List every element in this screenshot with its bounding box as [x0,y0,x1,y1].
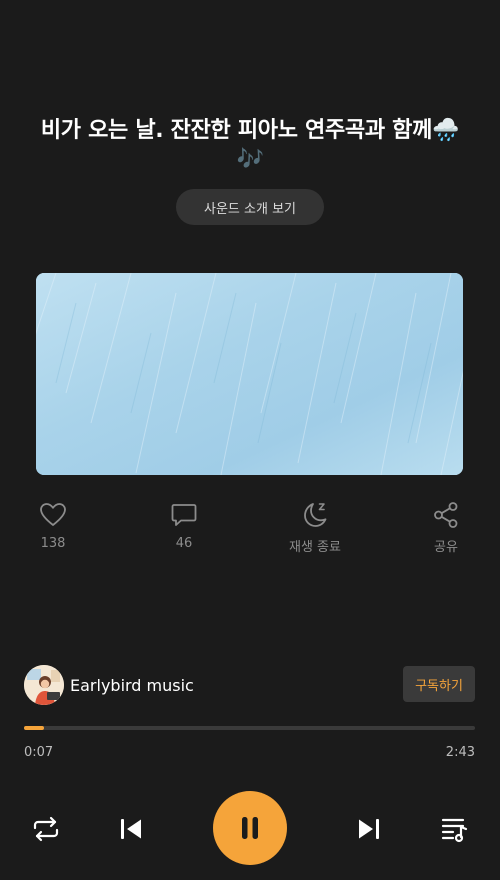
share-label: 공유 [434,540,458,555]
heart-icon [40,503,66,526]
playlist-icon [441,818,468,843]
comment-button[interactable]: 46 [139,500,229,551]
play-pause-button[interactable] [213,791,287,865]
share-button[interactable]: 공유 [401,500,491,555]
action-bar: 138 46 재생 종료 공유 [0,500,500,560]
skip-next-icon [359,819,379,839]
next-button[interactable] [351,811,387,847]
progress-bar[interactable] [24,726,475,730]
sleep-timer-label: 재생 종료 [289,540,341,555]
channel-name: Earlybird music [70,675,194,695]
current-time: 0:07 [24,745,54,760]
subscribe-button[interactable]: 구독하기 [403,666,475,702]
cover-image [36,273,463,475]
pause-icon [242,817,258,839]
like-button[interactable]: 138 [8,500,98,551]
repeat-icon [33,816,59,842]
rain-texture [36,273,463,475]
avatar-illustration [24,665,64,705]
like-count: 138 [40,536,66,551]
moon-icon [304,503,327,527]
comment-count: 46 [175,536,193,551]
channel-avatar [24,665,64,705]
previous-button[interactable] [113,811,149,847]
sleep-timer-button[interactable]: 재생 종료 [270,500,360,555]
sound-intro-button[interactable]: 사운드 소개 보기 [176,189,324,225]
total-time: 2:43 [445,745,475,760]
player-screen: 비가 오는 날. 잔잔한 피아노 연주곡과 함께🌧️🎶 사운드 소개 보기 13… [0,0,500,880]
sound-title: 비가 오는 날. 잔잔한 피아노 연주곡과 함께🌧️🎶 [40,118,460,172]
channel-info[interactable]: Earlybird music [24,665,194,705]
share-icon [434,502,458,528]
repeat-button[interactable] [28,811,64,847]
progress-fill [24,726,45,730]
playlist-button[interactable] [436,811,472,847]
comment-icon [171,504,197,526]
skip-previous-icon [121,819,141,839]
